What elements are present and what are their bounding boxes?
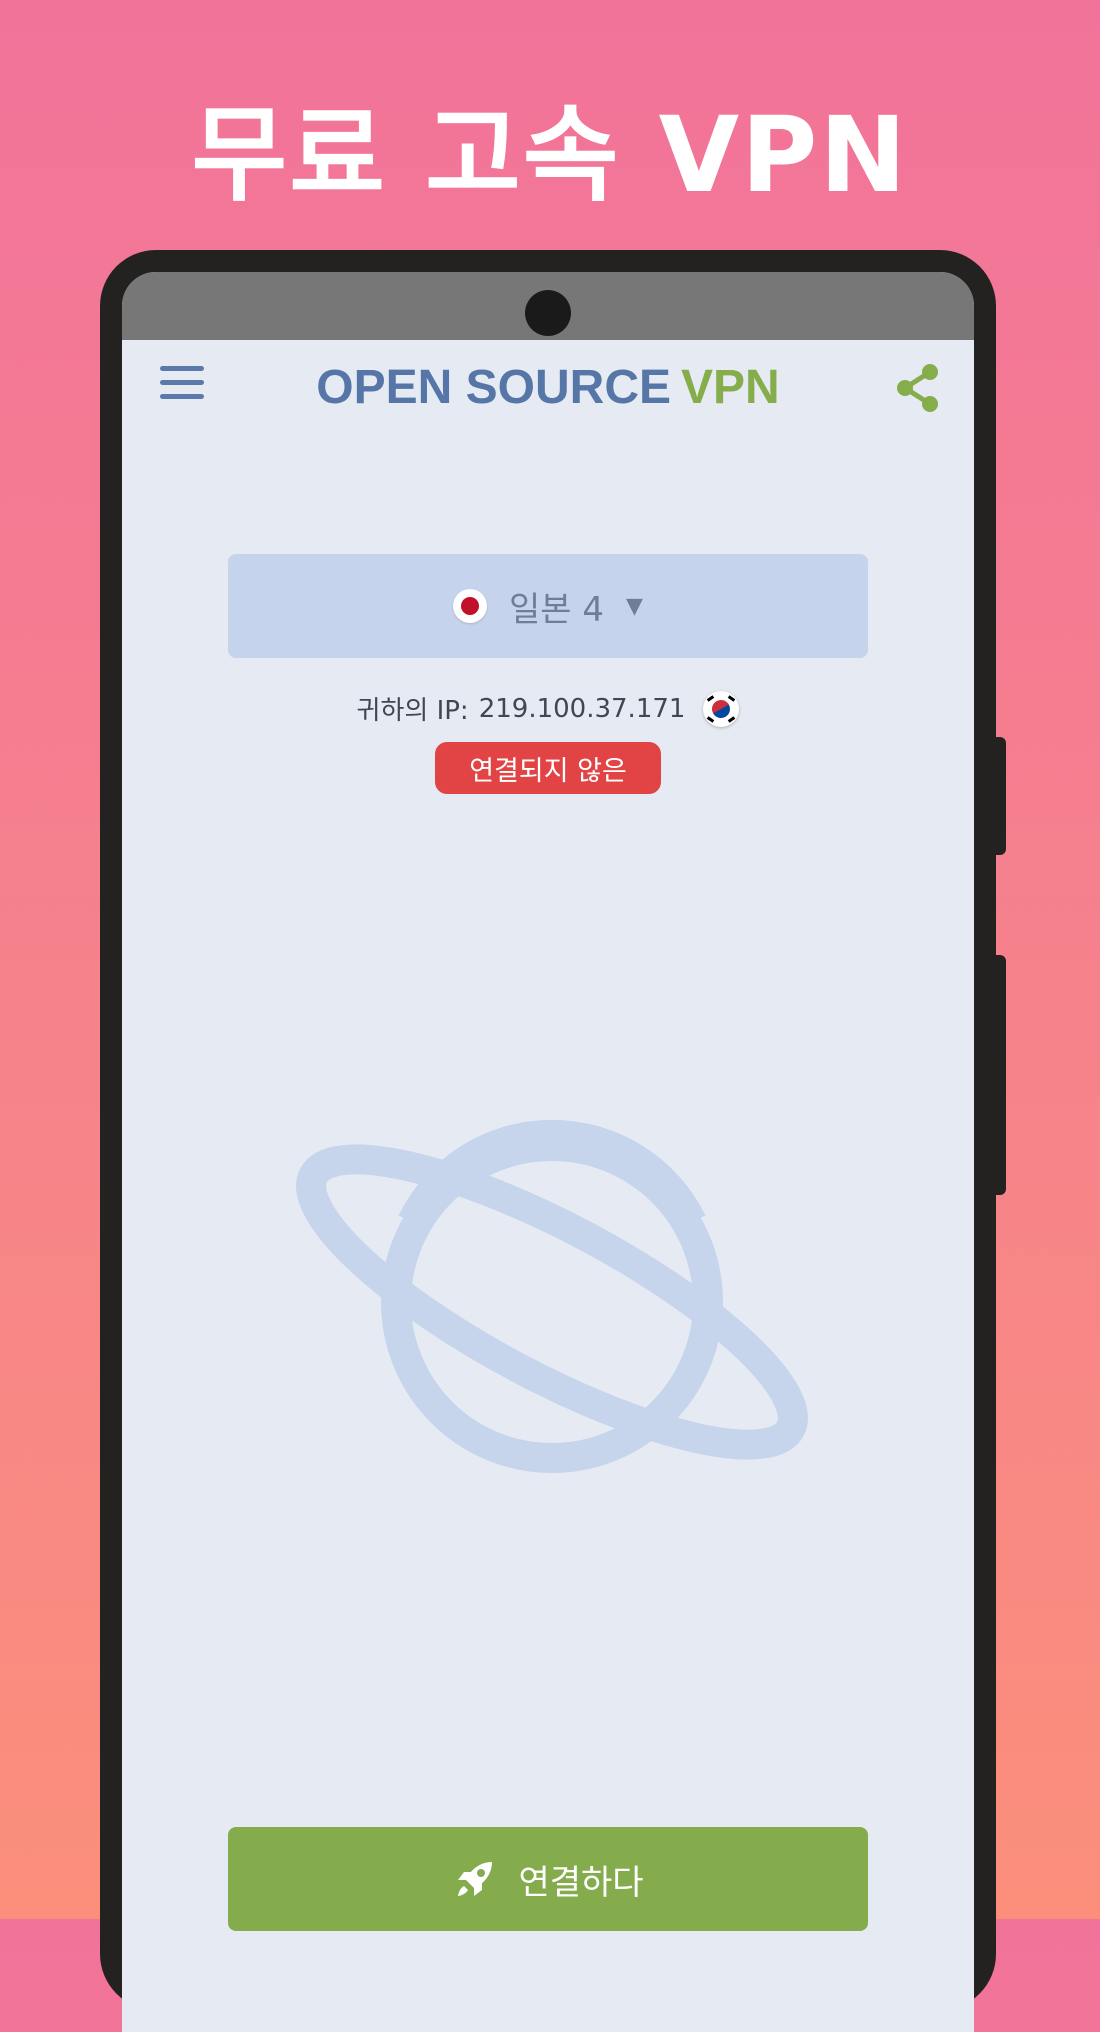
ip-info: 귀하의 IP: 219.100.37.171 (122, 690, 974, 727)
brand-text-vpn: VPN (681, 361, 780, 414)
rocket-icon (458, 1862, 493, 1896)
phone-frame: OPEN SOURCE VPN 일본 4 ▼ 귀하의 IP: 219.100.37… (100, 250, 996, 2032)
server-selector[interactable]: 일본 4 ▼ (228, 554, 868, 658)
connect-button-label: 연결하다 (518, 1862, 644, 1903)
caret-down-icon: ▼ (626, 593, 643, 619)
app-title: OPEN SOURCE VPN (122, 360, 974, 415)
camera-cutout (525, 290, 571, 336)
connect-button[interactable]: 연결하다 (228, 1827, 868, 1931)
connection-status-badge: 연결되지 않은 (435, 742, 661, 794)
planet-icon (296, 1119, 808, 1473)
share-icon[interactable] (894, 362, 942, 414)
japan-flag-icon (453, 589, 488, 623)
phone-screen: OPEN SOURCE VPN 일본 4 ▼ 귀하의 IP: 219.100.37… (122, 272, 974, 2032)
south-korea-flag-icon (703, 690, 740, 727)
server-name: 일본 4 (509, 589, 605, 630)
promo-headline: 무료 고속 VPN (191, 94, 909, 216)
brand-text-open-source: OPEN SOURCE (316, 361, 672, 414)
app-bar: OPEN SOURCE VPN (122, 340, 974, 440)
status-bar (122, 272, 974, 340)
ip-label: 귀하의 IP: (356, 696, 469, 726)
ip-value: 219.100.37.171 (478, 693, 686, 724)
